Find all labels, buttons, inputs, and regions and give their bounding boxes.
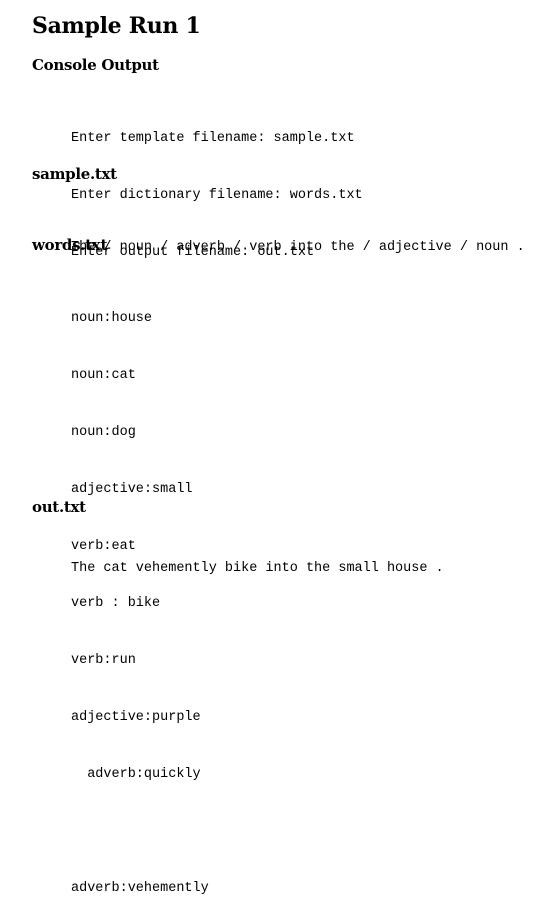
sample-txt-heading: sample.txt: [32, 165, 117, 183]
words-line: adjective:small: [71, 482, 193, 497]
words-line: noun:house: [71, 311, 153, 326]
words-line: noun:cat: [71, 368, 136, 383]
words-line-blank: [71, 822, 209, 841]
words-line: verb:run: [71, 653, 136, 668]
console-line: Enter template filename: sample.txt: [71, 131, 355, 146]
sample-txt-block: The / noun / adverb / verb into the / ad…: [71, 200, 525, 276]
words-line: adjective:purple: [71, 710, 201, 725]
sample-line: The / noun / adverb / verb into the / ad…: [71, 240, 525, 255]
words-line: adverb:vehemently: [71, 881, 209, 896]
page-title: Sample Run 1: [32, 13, 201, 39]
out-line: The cat vehemently bike into the small h…: [71, 561, 444, 576]
console-output-heading: Console Output: [32, 56, 159, 74]
words-txt-heading: words.txt: [32, 236, 108, 254]
words-line: noun:dog: [71, 425, 136, 440]
out-txt-heading: out.txt: [32, 498, 86, 516]
words-line: adverb:quickly: [71, 767, 201, 782]
out-txt-block: The cat vehemently bike into the small h…: [71, 521, 444, 597]
